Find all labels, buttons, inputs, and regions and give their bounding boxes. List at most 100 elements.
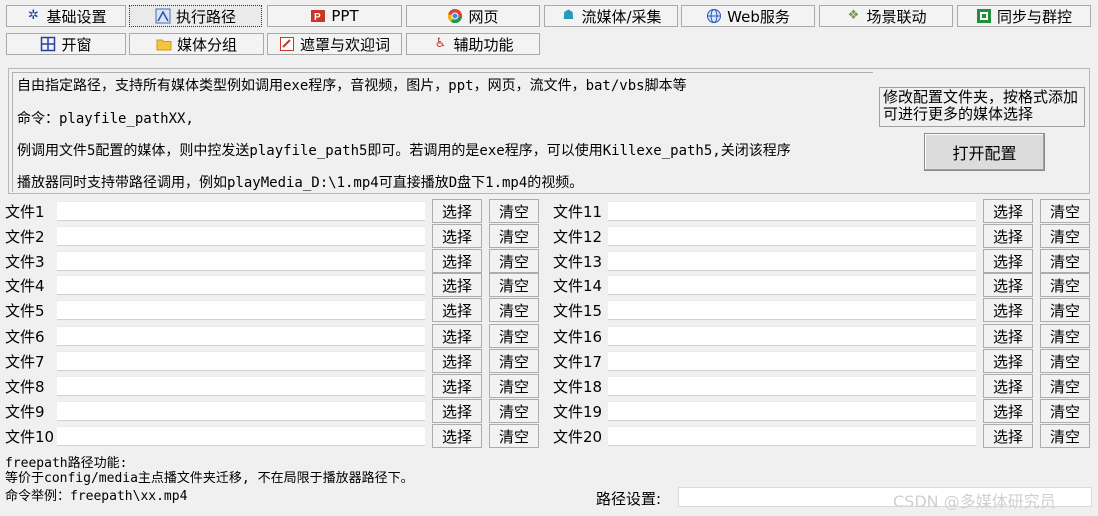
clear-button[interactable]: 清空: [1040, 324, 1090, 348]
tab-streaming[interactable]: ☗ 流媒体/采集: [544, 5, 678, 27]
tab-basic-settings[interactable]: ✲ 基础设置: [6, 5, 126, 27]
select-button[interactable]: 选择: [983, 224, 1033, 248]
handshake-icon: ❖: [847, 8, 860, 23]
file-path-input[interactable]: [57, 201, 425, 221]
clear-button[interactable]: 清空: [489, 298, 539, 322]
file-path-input[interactable]: [608, 376, 976, 396]
file-path-input[interactable]: [57, 226, 425, 246]
tab-label: 执行路径: [175, 7, 236, 26]
path-setting-label: 路径设置:: [596, 490, 662, 508]
clear-button[interactable]: 清空: [489, 399, 539, 423]
file-path-input[interactable]: [608, 226, 976, 246]
select-button[interactable]: 选择: [432, 199, 482, 223]
select-button[interactable]: 选择: [432, 324, 482, 348]
folder-icon: [156, 36, 172, 52]
select-button[interactable]: 选择: [983, 324, 1033, 348]
clear-button[interactable]: 清空: [1040, 249, 1090, 273]
clear-button[interactable]: 清空: [489, 224, 539, 248]
file-label: 文件13: [553, 253, 603, 271]
tab-mask-welcome[interactable]: 遮罩与欢迎词: [267, 33, 402, 55]
open-config-button[interactable]: 打开配置: [924, 133, 1045, 171]
select-button[interactable]: 选择: [432, 298, 482, 322]
file-path-input[interactable]: [608, 275, 976, 295]
select-button[interactable]: 选择: [432, 224, 482, 248]
clear-button[interactable]: 清空: [489, 273, 539, 297]
file-path-input[interactable]: [608, 401, 976, 421]
select-button[interactable]: 选择: [432, 249, 482, 273]
file-label: 文件10: [5, 428, 55, 446]
select-button[interactable]: 选择: [983, 349, 1033, 373]
select-button[interactable]: 选择: [432, 399, 482, 423]
file-label: 文件9: [5, 403, 45, 421]
file-path-input[interactable]: [608, 251, 976, 271]
tab-accessibility[interactable]: ♿ 辅助功能: [406, 33, 540, 55]
file-path-input[interactable]: [608, 426, 976, 446]
file-path-input[interactable]: [57, 401, 425, 421]
clear-button[interactable]: 清空: [489, 324, 539, 348]
freepath-example: 命令举例：freepath\xx.mp4: [5, 489, 188, 504]
select-button[interactable]: 选择: [432, 374, 482, 398]
clear-button[interactable]: 清空: [489, 349, 539, 373]
tab-execution-path[interactable]: 执行路径: [129, 5, 262, 27]
tab-webpage[interactable]: 网页: [406, 5, 540, 27]
file-path-input[interactable]: [57, 300, 425, 320]
clear-button[interactable]: 清空: [1040, 399, 1090, 423]
file-label: 文件8: [5, 378, 45, 396]
gear-icon: ✲: [28, 8, 39, 23]
select-button[interactable]: 选择: [983, 374, 1033, 398]
select-button[interactable]: 选择: [432, 273, 482, 297]
chrome-icon: [447, 8, 463, 24]
tab-ppt[interactable]: P PPT: [267, 5, 402, 27]
tab-label: 同步与群控: [996, 7, 1072, 26]
file-path-input[interactable]: [608, 300, 976, 320]
select-button[interactable]: 选择: [983, 298, 1033, 322]
config-hint: 修改配置文件夹，按格式添加可进行更多的媒体选择: [879, 87, 1085, 127]
path-icon: [155, 8, 171, 24]
clear-button[interactable]: 清空: [1040, 199, 1090, 223]
select-button[interactable]: 选择: [983, 273, 1033, 297]
file-path-input[interactable]: [57, 251, 425, 271]
ppt-icon: P: [310, 8, 326, 24]
tab-label: Web服务: [727, 7, 790, 26]
file-label: 文件1: [5, 203, 45, 221]
clear-button[interactable]: 清空: [1040, 273, 1090, 297]
file-path-input[interactable]: [57, 426, 425, 446]
clear-button[interactable]: 清空: [489, 199, 539, 223]
clear-button[interactable]: 清空: [489, 249, 539, 273]
watermark: CSDN @多媒体研究员: [893, 492, 1056, 511]
tab-open-window[interactable]: 开窗: [6, 33, 126, 55]
file-path-input[interactable]: [608, 351, 976, 371]
file-path-input[interactable]: [57, 275, 425, 295]
select-button[interactable]: 选择: [432, 424, 482, 448]
select-button[interactable]: 选择: [983, 424, 1033, 448]
file-path-input[interactable]: [608, 326, 976, 346]
clear-button[interactable]: 清空: [1040, 298, 1090, 322]
tab-label: 遮罩与欢迎词: [299, 35, 390, 54]
file-label: 文件15: [553, 302, 603, 320]
file-label: 文件7: [5, 353, 45, 371]
select-button[interactable]: 选择: [432, 349, 482, 373]
file-label: 文件6: [5, 328, 45, 346]
select-button[interactable]: 选择: [983, 199, 1033, 223]
clear-button[interactable]: 清空: [489, 374, 539, 398]
freepath-description: 等价于config/media主点播文件夹迁移, 不在局限于播放器路径下。: [5, 471, 414, 486]
tab-media-group[interactable]: 媒体分组: [129, 33, 264, 55]
tab-label: 媒体分组: [176, 35, 237, 54]
file-path-input[interactable]: [57, 351, 425, 371]
tab-scene-linkage[interactable]: ❖ 场景联动: [819, 5, 953, 27]
select-button[interactable]: 选择: [983, 249, 1033, 273]
clear-button[interactable]: 清空: [1040, 374, 1090, 398]
clear-button[interactable]: 清空: [1040, 349, 1090, 373]
clear-button[interactable]: 清空: [489, 424, 539, 448]
tab-label: 流媒体/采集: [581, 7, 662, 26]
file-path-input[interactable]: [608, 201, 976, 221]
tab-web-service[interactable]: Web服务: [681, 5, 815, 27]
file-path-input[interactable]: [57, 376, 425, 396]
clear-button[interactable]: 清空: [1040, 224, 1090, 248]
tab-sync-control[interactable]: 同步与群控: [957, 5, 1091, 27]
clear-button[interactable]: 清空: [1040, 424, 1090, 448]
description-line-3: 例调用文件5配置的媒体，则中控发送playfile_path5即可。若调用的是e…: [17, 143, 791, 159]
select-button[interactable]: 选择: [983, 399, 1033, 423]
file-path-input[interactable]: [57, 326, 425, 346]
file-label: 文件4: [5, 277, 45, 295]
